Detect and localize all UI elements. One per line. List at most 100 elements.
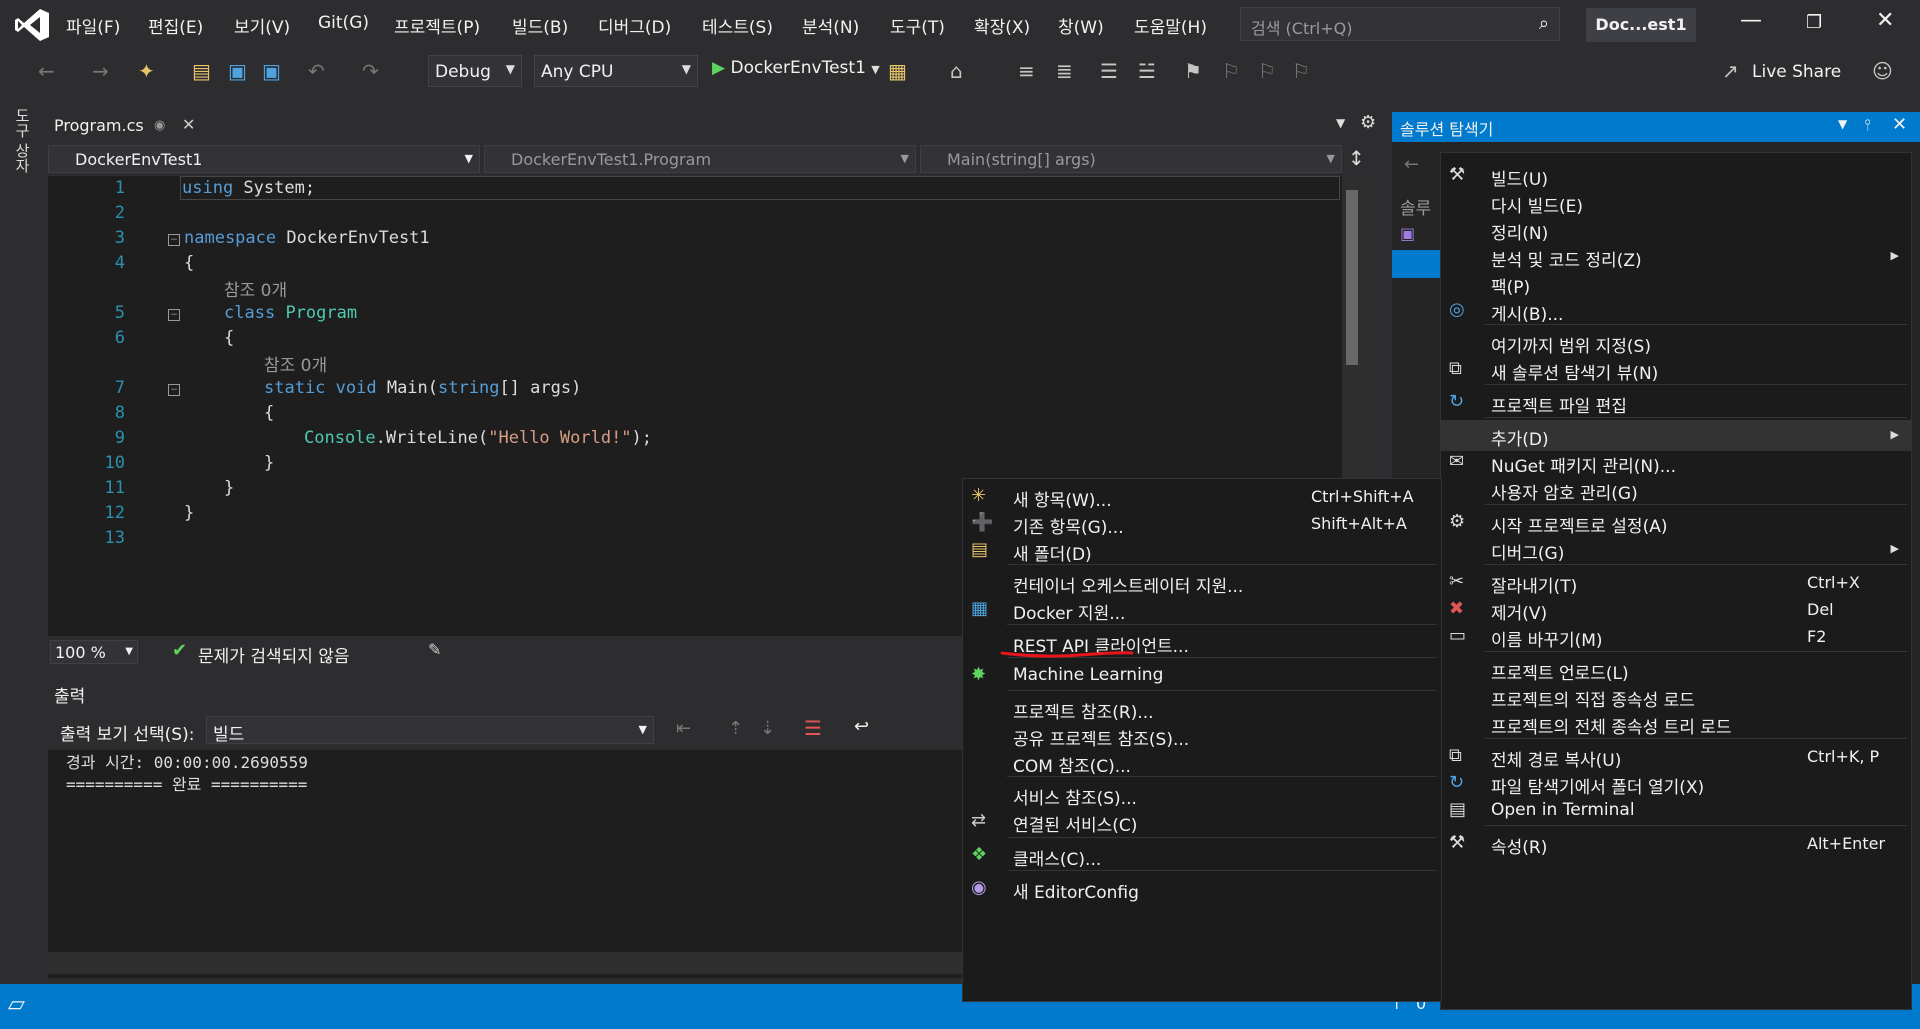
- menu-edit[interactable]: 편집(E): [148, 13, 203, 38]
- menu-item-클래스[interactable]: ❖ 클래스(C)...: [963, 840, 1441, 871]
- chevron-down-icon[interactable]: ▼: [1838, 117, 1847, 131]
- output-source-dropdown[interactable]: 빌드 ▼: [206, 716, 654, 745]
- minimize-icon[interactable]: —: [1740, 8, 1762, 33]
- save-all-icon[interactable]: ▣: [262, 59, 281, 83]
- menu-help[interactable]: 도움말(H): [1134, 13, 1207, 38]
- live-share-button[interactable]: Live Share: [1752, 62, 1841, 82]
- tab-program-cs[interactable]: Program.cs ◉ ✕: [44, 112, 206, 144]
- menu-item-com-참조[interactable]: COM 참조(C)...: [963, 747, 1441, 778]
- tab-list-icon[interactable]: ▼: [1336, 116, 1345, 130]
- menu-item-open-in-terminal[interactable]: ▤ Open in Terminal: [1441, 795, 1911, 826]
- next-message-icon[interactable]: ⇣: [760, 718, 775, 739]
- brush-icon[interactable]: ✎: [428, 640, 441, 659]
- clear-bookmarks-icon[interactable]: ⚐: [1292, 59, 1310, 83]
- indent-icon[interactable]: ≣: [1056, 59, 1073, 83]
- align-icon[interactable]: ≡: [1018, 59, 1035, 83]
- configuration-dropdown[interactable]: Debug ▼: [428, 55, 522, 87]
- run-button[interactable]: ▶ DockerEnvTest1 ▼: [712, 58, 880, 78]
- menu-item-docker-지원[interactable]: ▦ Docker 지원...: [963, 594, 1441, 625]
- forward-icon[interactable]: →: [92, 59, 109, 83]
- next-bookmark-icon[interactable]: ⚐: [1258, 59, 1276, 83]
- prev-bookmark-icon[interactable]: ⚐: [1222, 59, 1240, 83]
- menu-build[interactable]: 빌드(B): [512, 13, 568, 38]
- line-number: 12: [104, 503, 125, 523]
- fold-toggle-icon[interactable]: −: [168, 234, 180, 246]
- menu-window[interactable]: 창(W): [1058, 13, 1104, 38]
- menu-item-새-솔루션-탐색기-뷰[interactable]: ⧉ 새 솔루션 탐색기 뷰(N): [1441, 354, 1911, 385]
- output-text: 경과 시간: 00:00:00.2690559 ========== 완료 ==…: [66, 753, 308, 794]
- pin-icon[interactable]: ⫯: [1864, 115, 1871, 135]
- fold-toggle-icon[interactable]: −: [168, 384, 180, 396]
- menu-file[interactable]: 파일(F): [66, 13, 120, 38]
- selected-tree-item[interactable]: [1392, 250, 1442, 278]
- menu-item-게시[interactable]: ◎ 게시(B)...: [1441, 295, 1911, 326]
- reference-count[interactable]: 참조 0개: [224, 276, 287, 301]
- search-input[interactable]: 검색 (Ctrl+Q) ⌕: [1240, 7, 1560, 41]
- reference-count[interactable]: 참조 0개: [264, 351, 327, 376]
- member-dropdown[interactable]: Main(string[] args) ▼: [920, 145, 1342, 173]
- solution-icon[interactable]: ▦: [888, 59, 907, 83]
- comment-icon[interactable]: ☰: [1100, 59, 1118, 83]
- save-icon[interactable]: ▣: [228, 59, 247, 83]
- menu-item-프로젝트-파일-편집[interactable]: ↻ 프로젝트 파일 편집: [1441, 387, 1911, 418]
- zoom-dropdown[interactable]: 100 % ▼: [50, 640, 138, 664]
- menu-item-label: 속성(R): [1491, 838, 1548, 858]
- scrollbar-thumb[interactable]: [1346, 190, 1358, 365]
- undo-icon[interactable]: ↶: [308, 59, 325, 83]
- tab-label: Program.cs: [54, 116, 144, 135]
- close-tab-icon[interactable]: ✕: [182, 115, 195, 134]
- menu-tools[interactable]: 도구(T): [890, 13, 945, 38]
- menu-analyze[interactable]: 분석(N): [802, 13, 859, 38]
- platform-dropdown[interactable]: Any CPU ▼: [534, 55, 698, 87]
- menu-item-디버그[interactable]: 디버그(G) ▶: [1441, 534, 1911, 565]
- gear-icon[interactable]: ⚙: [1360, 112, 1376, 133]
- close-icon[interactable]: ✕: [1876, 8, 1894, 33]
- home-icon[interactable]: ⌂: [950, 59, 963, 83]
- word-wrap-icon[interactable]: ↩: [854, 716, 869, 737]
- menu-item-이름-바꾸기[interactable]: ▭ 이름 바꾸기(M) F2: [1441, 621, 1911, 652]
- menu-test[interactable]: 테스트(S): [702, 13, 773, 38]
- status-icon[interactable]: ▱: [8, 992, 25, 1017]
- back-icon[interactable]: ←: [38, 59, 55, 83]
- issues-status[interactable]: 문제가 검색되지 않음: [198, 642, 350, 667]
- fold-toggle-icon[interactable]: −: [168, 309, 180, 321]
- menu-git[interactable]: Git(G): [318, 13, 369, 33]
- goto-icon[interactable]: ⇤: [676, 718, 691, 739]
- folder-icon: ▤: [971, 539, 989, 560]
- toolbox-tab[interactable]: 도구 상자: [12, 108, 33, 173]
- visual-studio-logo-icon[interactable]: [14, 8, 50, 42]
- nuget-icon: ✉: [1449, 451, 1465, 472]
- redo-icon[interactable]: ↷: [362, 59, 379, 83]
- menu-item-새-폴더[interactable]: ▤ 새 폴더(D): [963, 535, 1441, 566]
- feedback-icon[interactable]: ☺: [1872, 59, 1893, 83]
- menu-item-새-editorconfig[interactable]: ◉ 새 EditorConfig: [963, 873, 1441, 904]
- open-folder-icon[interactable]: ▤: [192, 59, 211, 83]
- menu-item-machine-learning[interactable]: ✸ Machine Learning: [963, 660, 1441, 691]
- restore-icon[interactable]: ❐: [1806, 12, 1822, 33]
- menu-item-프로젝트의-전체-종속성-트리-로드[interactable]: 프로젝트의 전체 종속성 트리 로드: [1441, 708, 1911, 739]
- back-icon[interactable]: ←: [1404, 154, 1419, 175]
- close-icon[interactable]: ✕: [1892, 114, 1907, 135]
- menu-item-연결된-서비스[interactable]: ⇄ 연결된 서비스(C): [963, 806, 1441, 837]
- menu-extensions[interactable]: 확장(X): [974, 13, 1030, 38]
- chevron-down-icon: ▼: [638, 723, 647, 736]
- menu-item-사용자-암호-관리[interactable]: 사용자 암호 관리(G): [1441, 474, 1911, 505]
- menu-view[interactable]: 보기(V): [234, 13, 290, 38]
- pin-icon[interactable]: ◉: [154, 118, 165, 133]
- split-editor-icon[interactable]: ↕: [1348, 146, 1365, 170]
- bookmark-icon[interactable]: ⚑: [1184, 59, 1202, 83]
- new-project-icon[interactable]: ✦: [138, 59, 155, 83]
- submenu-arrow-icon: ▶: [1890, 542, 1899, 555]
- clear-all-icon[interactable]: ☰: [804, 716, 822, 740]
- menu-project[interactable]: 프로젝트(P): [394, 13, 480, 38]
- solution-search-input[interactable]: 솔루: [1400, 194, 1431, 219]
- live-share-icon[interactable]: ↗: [1722, 59, 1739, 83]
- menu-separator: [1485, 384, 1907, 385]
- menu-debug[interactable]: 디버그(D): [598, 13, 671, 38]
- prev-message-icon[interactable]: ⇡: [728, 718, 743, 739]
- class-dropdown[interactable]: DockerEnvTest1.Program ▼: [484, 145, 916, 173]
- project-dropdown[interactable]: DockerEnvTest1 ▼: [48, 145, 480, 173]
- configuration-value: Debug: [435, 62, 491, 82]
- uncomment-icon[interactable]: ☱: [1138, 59, 1156, 83]
- menu-item-속성[interactable]: ⚒ 속성(R) Alt+Enter: [1441, 828, 1911, 859]
